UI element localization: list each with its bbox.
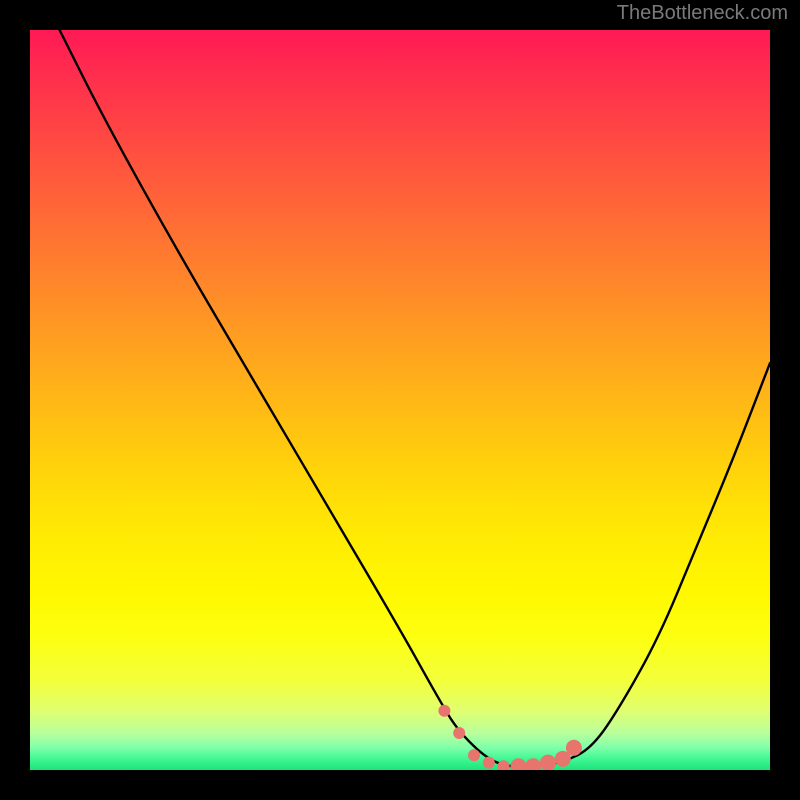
highlight-marker-group [438,705,582,770]
plot-area [30,30,770,770]
highlight-dot [555,751,571,767]
curve-svg [30,30,770,770]
highlight-dot [540,755,556,770]
highlight-dot [453,727,465,739]
highlight-dot [483,757,495,769]
chart-container: TheBottleneck.com [0,0,800,800]
bottleneck-curve [60,30,770,766]
attribution-label: TheBottleneck.com [617,2,788,25]
highlight-dot [468,749,480,761]
highlight-dot [566,740,582,756]
highlight-dot [438,705,450,717]
highlight-dot [510,758,526,770]
highlight-dot [525,758,541,770]
highlight-dot [498,760,510,770]
